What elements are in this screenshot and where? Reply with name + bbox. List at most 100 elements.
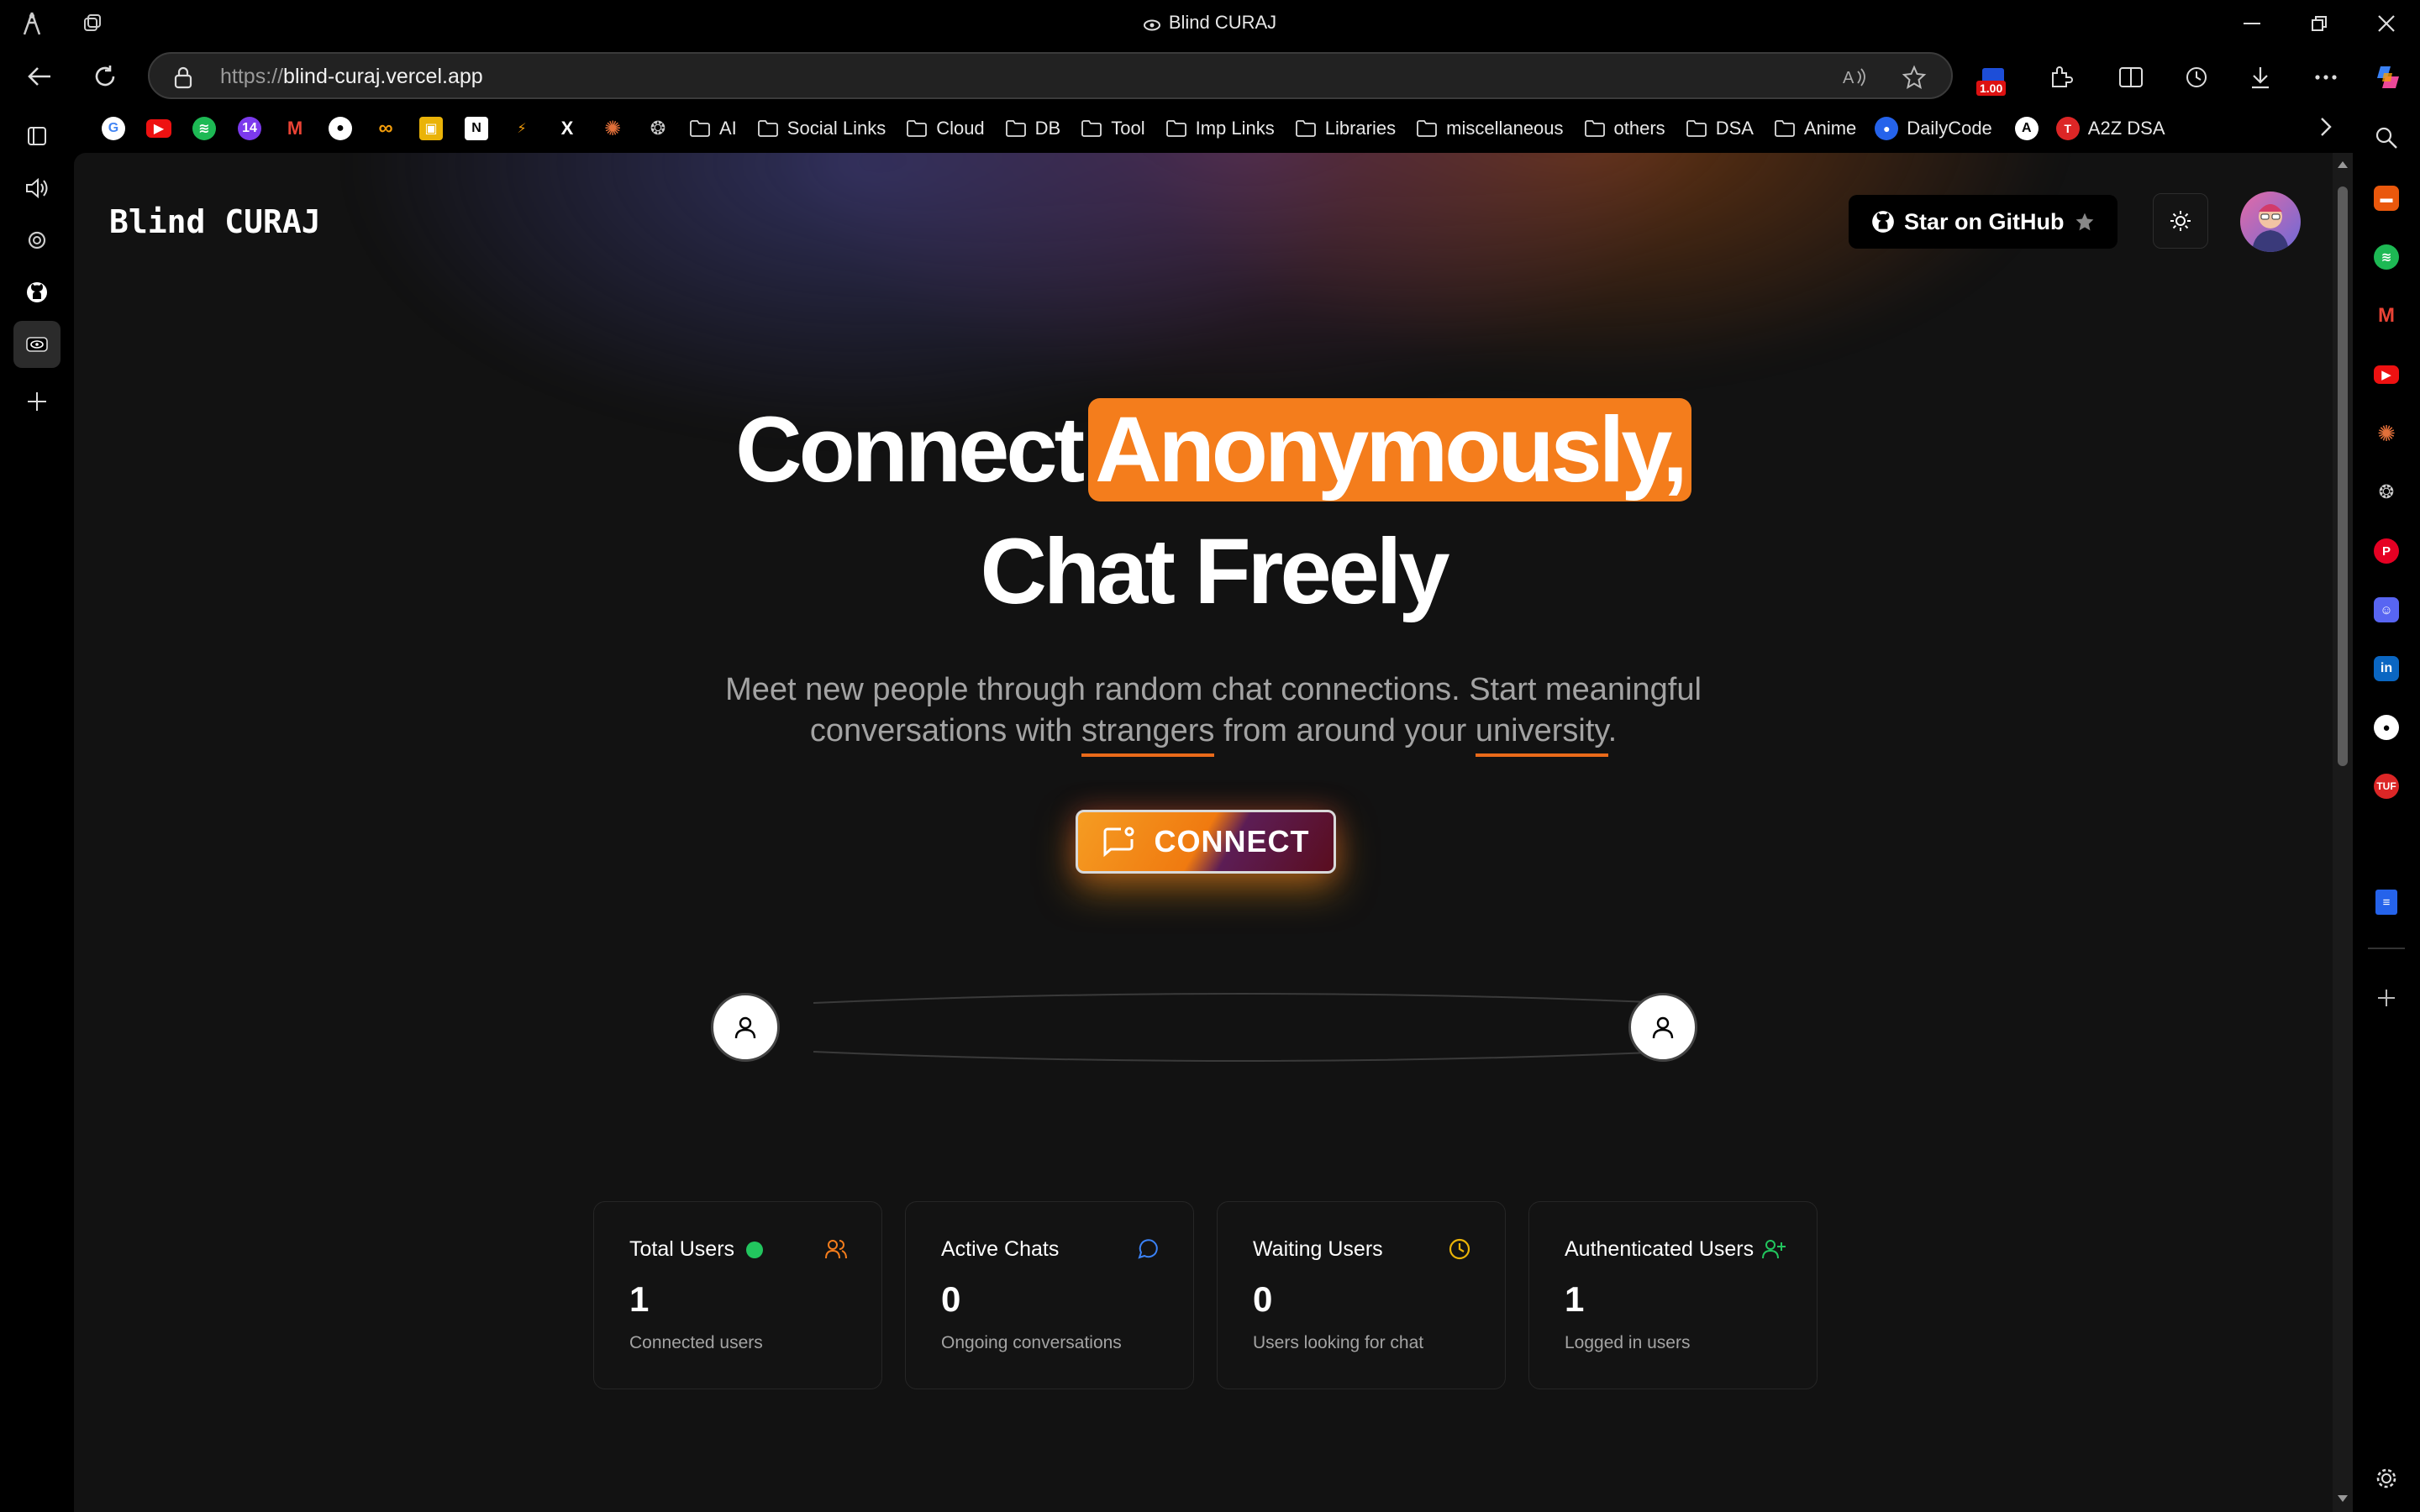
- bookmark-folder[interactable]: others: [1576, 112, 1677, 145]
- bookmark-folder[interactable]: Imp Links: [1157, 112, 1286, 145]
- pinterest-icon[interactable]: P: [2370, 534, 2403, 568]
- linkedin-icon[interactable]: in: [2370, 652, 2403, 685]
- hero-heading-line1: Connect Anonymously,: [74, 396, 2353, 503]
- favorite-star-icon[interactable]: [1901, 64, 1928, 91]
- spotify-sidebar-icon[interactable]: ≋: [2370, 240, 2403, 274]
- github-tab-icon[interactable]: [13, 269, 60, 316]
- photo-icon[interactable]: ▣: [408, 112, 454, 145]
- claude-icon[interactable]: ✺: [590, 112, 635, 145]
- speaker-icon[interactable]: [13, 165, 60, 212]
- chevron-right-icon[interactable]: [2319, 116, 2333, 142]
- refresh-button[interactable]: [86, 57, 124, 96]
- split-screen-icon[interactable]: [2112, 59, 2149, 96]
- discord-icon[interactable]: ☺: [2370, 593, 2403, 627]
- github-icon: [1872, 211, 1894, 233]
- docs-icon[interactable]: ≡: [2370, 885, 2403, 919]
- downloads-icon[interactable]: [2242, 59, 2279, 96]
- user-avatar[interactable]: [2240, 192, 2301, 252]
- bookmark-folder[interactable]: Tool: [1072, 112, 1156, 145]
- bookmark-folder[interactable]: Social Links: [749, 112, 897, 145]
- github-sidebar-icon[interactable]: ●: [2370, 711, 2403, 744]
- lock-icon[interactable]: [173, 66, 193, 93]
- hero-word-connect: Connect: [735, 398, 1085, 501]
- user-node-left: [711, 993, 780, 1062]
- bookmark-a2z-dsa[interactable]: T A2Z DSA: [2049, 112, 2177, 145]
- extensions-icon[interactable]: [2042, 59, 2079, 96]
- add-sidebar-icon[interactable]: [2370, 981, 2403, 1015]
- scrollbar-thumb[interactable]: [2338, 186, 2348, 766]
- spotify-icon[interactable]: ≋: [182, 112, 227, 145]
- gmail-icon[interactable]: M: [272, 112, 318, 145]
- window-title-text: Blind CURAJ: [1168, 12, 1277, 33]
- stat-description: Logged in users: [1565, 1333, 1691, 1352]
- bookmark-folder-label: DB: [1034, 118, 1061, 139]
- site-logo[interactable]: Blind CURAJ: [109, 203, 321, 240]
- stat-label: Authenticated Users: [1565, 1237, 1754, 1261]
- tools-icon[interactable]: ▬: [2370, 181, 2403, 215]
- subtitle-text: from around your: [1214, 713, 1476, 748]
- folder-icon: [1686, 120, 1707, 137]
- slash-icon[interactable]: ⚡: [499, 112, 544, 145]
- scroll-down-arrow[interactable]: [2336, 1492, 2349, 1505]
- star-on-github-button[interactable]: Star on GitHub: [1849, 195, 2118, 249]
- folder-icon: [1165, 120, 1186, 137]
- title-bar: Blind CURAJ: [0, 0, 2420, 47]
- page-scrollbar[interactable]: [2333, 153, 2353, 1512]
- extension-badge: 1.00: [1976, 81, 2007, 96]
- hero-heading-line2: Chat Freely: [980, 520, 1449, 623]
- search-icon[interactable]: [2370, 121, 2403, 155]
- url-text[interactable]: https://blind-curaj.vercel.app: [220, 65, 483, 89]
- back-button[interactable]: [20, 57, 59, 96]
- tab-actions-icon[interactable]: [13, 113, 60, 160]
- address-bar[interactable]: https://blind-curaj.vercel.app A: [148, 52, 1953, 99]
- github-button-label: Star on GitHub: [1904, 208, 2065, 234]
- copilot-icon[interactable]: [2370, 59, 2407, 96]
- github-icon[interactable]: ●: [318, 112, 363, 145]
- theme-toggle-button[interactable]: [2153, 193, 2208, 249]
- bookmark-folder-label: Cloud: [936, 118, 985, 139]
- a-icon[interactable]: A: [2004, 112, 2049, 145]
- bookmark-folder[interactable]: DSA: [1677, 112, 1765, 145]
- stat-description: Users looking for chat: [1253, 1333, 1424, 1352]
- new-tab-icon[interactable]: [13, 378, 60, 425]
- openai-icon[interactable]: ❂: [635, 112, 681, 145]
- youtube-icon[interactable]: ▶: [136, 112, 182, 145]
- history-icon[interactable]: [2178, 59, 2215, 96]
- more-menu-icon[interactable]: [2307, 59, 2344, 96]
- bookmark-folder-label: others: [1613, 118, 1665, 139]
- page-viewport: Blind CURAJ Star on GitHub Connect Anonym…: [74, 153, 2353, 1512]
- notion-icon[interactable]: N: [454, 112, 499, 145]
- claude-sidebar-icon[interactable]: ✺: [2370, 417, 2403, 450]
- infinity-icon[interactable]: ∞: [363, 112, 408, 145]
- scroll-up-arrow[interactable]: [2336, 158, 2349, 171]
- read-aloud-icon[interactable]: A: [1842, 64, 1869, 91]
- connect-button[interactable]: CONNECT: [1076, 810, 1336, 874]
- minimize-button[interactable]: [2227, 8, 2277, 39]
- stat-label-text: Total Users: [629, 1237, 735, 1261]
- bookmark-folder[interactable]: Libraries: [1286, 112, 1407, 145]
- bookmark-folder[interactable]: DB: [997, 112, 1073, 145]
- gmail-sidebar-icon[interactable]: M: [2370, 299, 2403, 333]
- bookmark-folder-label: AI: [719, 118, 737, 139]
- message-plus-icon: [1103, 827, 1134, 858]
- bookmark-folder[interactable]: AI: [681, 112, 749, 145]
- x-icon[interactable]: X: [544, 112, 590, 145]
- connect-button-label: CONNECT: [1154, 824, 1310, 858]
- online-indicator: [746, 1242, 764, 1258]
- openai-sidebar-icon[interactable]: ❂: [2370, 475, 2403, 509]
- stat-card-active-chats: Active Chats 0 Ongoing conversations: [905, 1201, 1194, 1389]
- blind-curaj-tab-icon[interactable]: [13, 321, 60, 368]
- restore-button[interactable]: [2294, 8, 2344, 39]
- bookmark-folder[interactable]: miscellaneous: [1407, 112, 1575, 145]
- bookmark-dailycode[interactable]: ● DailyCode: [1868, 112, 2004, 145]
- youtube-sidebar-icon[interactable]: ▶: [2370, 358, 2403, 391]
- bookmark-folder[interactable]: Cloud: [897, 112, 996, 145]
- close-button[interactable]: [2361, 8, 2412, 39]
- settings-gear-icon[interactable]: [2370, 1462, 2403, 1495]
- bookmark-folder[interactable]: Anime: [1765, 112, 1868, 145]
- calendar-icon[interactable]: 14: [227, 112, 272, 145]
- tuf-sidebar-icon[interactable]: TUF: [2370, 769, 2403, 803]
- chatgpt-tab-icon[interactable]: [13, 217, 60, 264]
- google-icon[interactable]: G: [91, 112, 136, 145]
- folder-icon: [1081, 120, 1102, 137]
